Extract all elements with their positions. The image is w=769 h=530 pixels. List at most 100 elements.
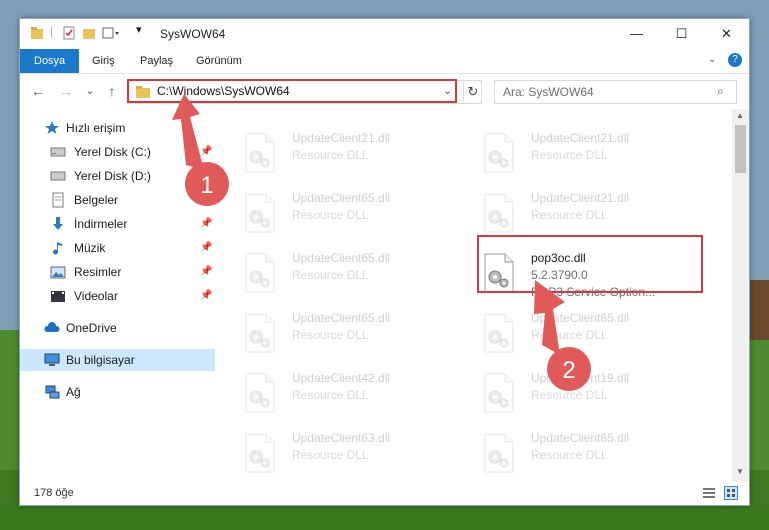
sidebar-item-drive-c[interactable]: Yerel Disk (C:) 📌 xyxy=(20,141,215,163)
network-icon xyxy=(45,385,60,399)
file-tile[interactable]: UpdateClient65.dll Resource DLL xyxy=(240,309,470,359)
file-name: UpdateClient65.dll xyxy=(292,311,391,325)
minimize-button[interactable]: — xyxy=(614,19,659,49)
sidebar-item-onedrive[interactable]: OneDrive xyxy=(20,317,215,339)
tab-paylas[interactable]: Paylaş xyxy=(130,49,183,73)
refresh-icon[interactable]: ↻ xyxy=(463,82,482,102)
sidebar-item-drive-d[interactable]: Yerel Disk (D:) 📌 xyxy=(20,165,215,187)
dll-file-icon xyxy=(245,313,275,353)
file-list: UpdateClient21.dll Resource DLL UpdateClie… xyxy=(216,109,732,481)
ribbon-tabs: Dosya Giriş Paylaş Görünüm ⌄ ? xyxy=(20,49,749,74)
search-icon[interactable]: ⌕ xyxy=(717,84,724,99)
file-tile[interactable]: UpdateClient42.dll Resource DLL xyxy=(240,369,470,419)
file-name: UpdateClient65.dll xyxy=(531,431,630,445)
file-type: Resource DLL xyxy=(292,388,369,402)
dll-file-icon xyxy=(245,433,275,473)
sidebar-item-documents[interactable]: Belgeler 📌 xyxy=(20,189,215,211)
dll-file-icon xyxy=(245,193,275,233)
file-type: Resource DLL xyxy=(292,208,369,222)
file-type: Resource DLL xyxy=(292,268,369,282)
search-input[interactable]: Ara: SysWOW64 xyxy=(503,85,594,99)
file-tile[interactable]: UpdateClient63.dll Resource DLL xyxy=(240,429,470,479)
tiles-view-icon[interactable] xyxy=(724,486,738,500)
pin-icon[interactable]: 📌 xyxy=(200,194,212,205)
pin-icon[interactable]: 📌 xyxy=(200,170,212,181)
sidebar-item-quick-access[interactable]: Hızlı erişim xyxy=(20,117,215,139)
dll-file-icon xyxy=(484,373,514,413)
up-button[interactable]: ↑ xyxy=(104,83,120,99)
scroll-down-icon[interactable]: ▼ xyxy=(736,467,744,476)
ribbon-expand-icon[interactable]: ⌄ xyxy=(708,54,716,65)
details-view-icon[interactable] xyxy=(702,486,716,500)
search-box[interactable]: Ara: SysWOW64 ⌕ xyxy=(494,80,737,104)
sidebar-item-label: Videolar xyxy=(74,289,118,303)
pin-icon[interactable]: 📌 xyxy=(200,266,212,277)
pin-icon[interactable]: 📌 xyxy=(200,218,212,229)
documents-icon xyxy=(52,192,64,208)
scroll-thumb[interactable] xyxy=(735,125,746,173)
sidebar-item-videos[interactable]: Videolar 📌 xyxy=(20,285,215,307)
file-name: UpdateClient19.dll xyxy=(531,371,630,385)
forward-button[interactable]: → xyxy=(58,83,74,99)
sidebar-item-label: Yerel Disk (D:) xyxy=(74,169,151,183)
pin-icon[interactable]: 📌 xyxy=(200,146,212,157)
sidebar-item-label: Belgeler xyxy=(74,193,119,207)
tab-dosya[interactable]: Dosya xyxy=(20,49,80,73)
window-title: SysWOW64 xyxy=(160,27,226,41)
tab-gorunum[interactable]: Görünüm xyxy=(186,49,252,73)
file-name: UpdateClient21.dll xyxy=(292,131,391,145)
file-tile[interactable]: UpdateClient65.dll Resource DLL xyxy=(240,189,470,239)
file-type: Resource DLL xyxy=(531,328,608,342)
sidebar-item-label: Ağ xyxy=(66,385,81,399)
sidebar-item-network[interactable]: Ağ xyxy=(20,381,215,403)
sidebar-item-label: İndirmeler xyxy=(74,217,128,231)
file-tile[interactable]: UpdateClient21.dll Resource DLL xyxy=(479,129,709,179)
folder-icon xyxy=(31,27,43,39)
file-tile[interactable]: UpdateClient19.dll Resource DLL xyxy=(479,369,709,419)
sidebar-item-this-pc[interactable]: Bu bilgisayar xyxy=(20,349,215,371)
title-bar: | ▾ SysWOW64 — ☐ ✕ xyxy=(20,19,749,49)
tab-giris[interactable]: Giriş xyxy=(82,49,125,73)
back-button[interactable]: ← xyxy=(30,83,46,99)
pin-icon[interactable]: 📌 xyxy=(200,242,212,253)
file-tile[interactable]: UpdateClient65.dll Resource DLL xyxy=(479,309,709,359)
cloud-icon xyxy=(44,322,60,332)
drive-icon xyxy=(50,171,66,181)
sidebar-item-pictures[interactable]: Resimler 📌 xyxy=(20,261,215,283)
file-highlight-box xyxy=(477,235,703,293)
dll-file-icon xyxy=(484,433,514,473)
sidebar-item-label: Resimler xyxy=(74,265,122,279)
file-type: Resource DLL xyxy=(531,148,608,162)
file-tile[interactable]: UpdateClient21.dll Resource DLL xyxy=(479,189,709,239)
pin-icon[interactable]: 📌 xyxy=(200,290,212,301)
vertical-scrollbar[interactable]: ▲ ▼ xyxy=(732,109,749,481)
sidebar-item-label: Hızlı erişim xyxy=(66,121,126,135)
file-tile[interactable]: UpdateClient21.dll Resource DLL xyxy=(240,129,470,179)
music-icon xyxy=(53,242,62,255)
sidebar-item-label: Yerel Disk (C:) xyxy=(74,145,151,159)
file-tile[interactable]: UpdateClient65.dll Resource DLL xyxy=(240,249,470,299)
customize-toolbar-icon[interactable] xyxy=(102,26,120,40)
download-icon xyxy=(53,217,63,230)
file-name: UpdateClient65.dll xyxy=(292,251,391,265)
qat-dropdown-icon[interactable]: ▾ xyxy=(136,23,142,36)
computer-icon xyxy=(44,353,60,366)
dll-file-icon xyxy=(484,133,514,173)
status-bar: 178 öğe xyxy=(20,482,749,504)
file-tile[interactable]: UpdateClient65.dll Resource DLL xyxy=(479,429,709,479)
maximize-button[interactable]: ☐ xyxy=(659,19,704,49)
scroll-up-icon[interactable]: ▲ xyxy=(736,111,744,120)
dll-file-icon xyxy=(245,373,275,413)
close-button[interactable]: ✕ xyxy=(704,19,749,49)
file-type: Resource DLL xyxy=(531,448,608,462)
sidebar-item-music[interactable]: Müzik 📌 xyxy=(20,237,215,259)
sidebar-item-downloads[interactable]: İndirmeler 📌 xyxy=(20,213,215,235)
recent-locations-button[interactable]: ⌄ xyxy=(82,83,98,99)
pictures-icon xyxy=(50,266,66,279)
properties-icon[interactable] xyxy=(62,26,76,40)
new-folder-icon[interactable] xyxy=(82,26,96,40)
help-icon[interactable]: ? xyxy=(728,53,742,67)
dll-file-icon xyxy=(484,193,514,233)
file-name: UpdateClient42.dll xyxy=(292,371,391,385)
separator: | xyxy=(50,24,54,38)
